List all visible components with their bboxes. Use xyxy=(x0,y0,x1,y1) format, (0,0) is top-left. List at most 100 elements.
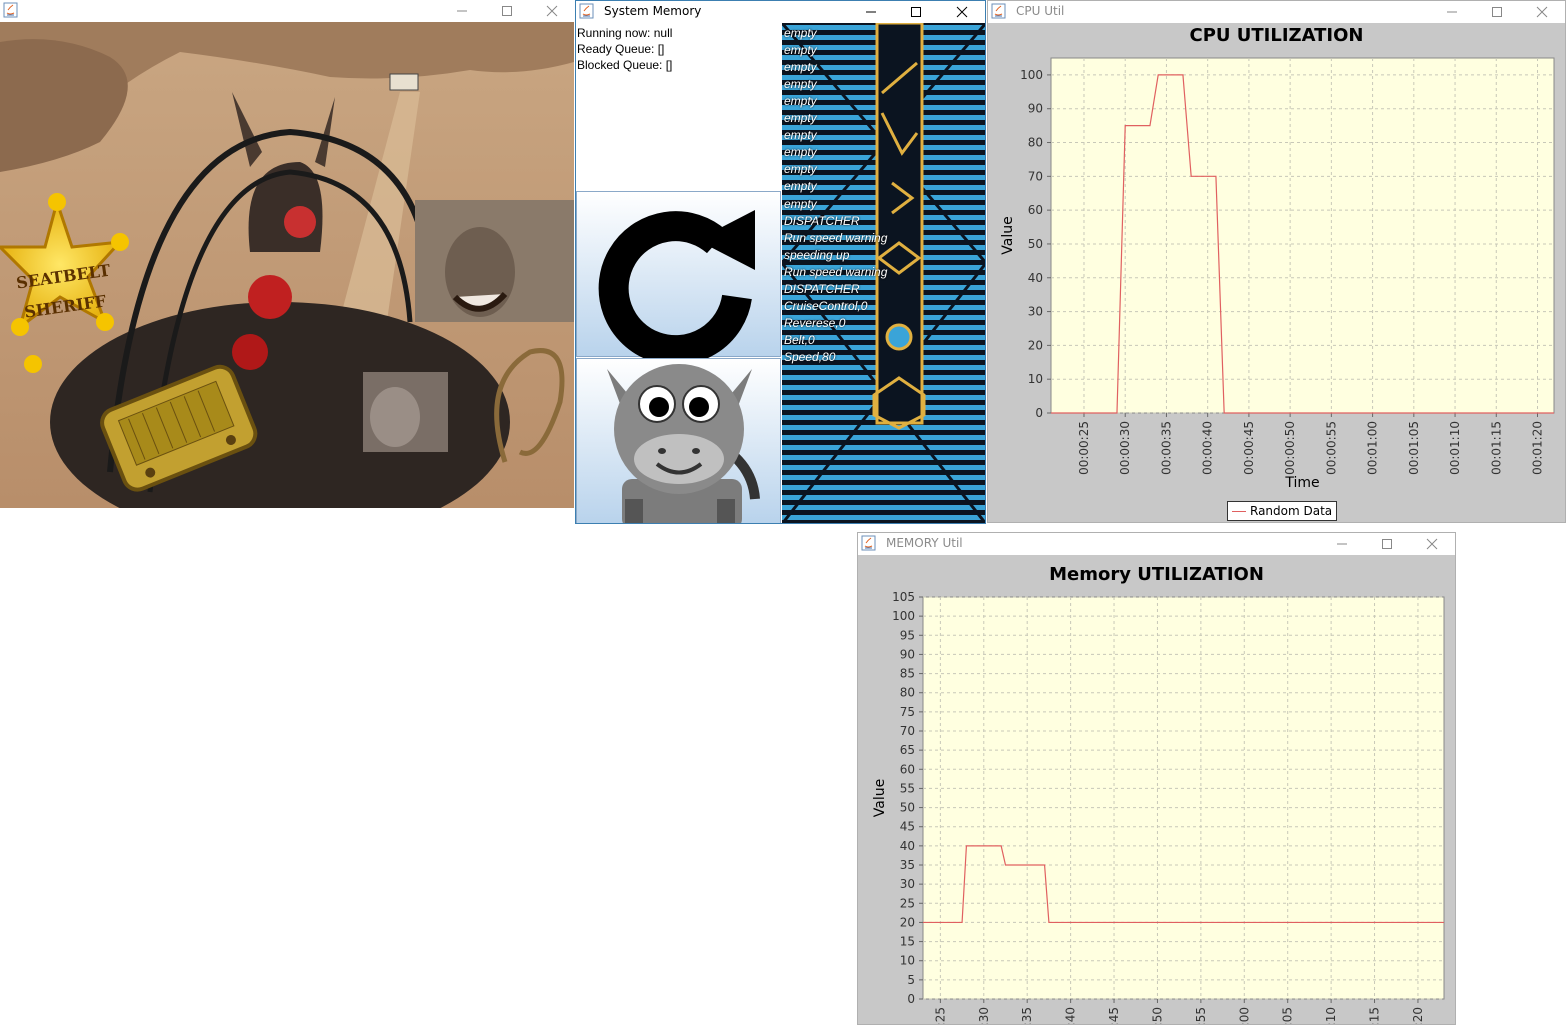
game-window-titlebar[interactable] xyxy=(0,0,574,22)
ready-queue-label: Ready Queue: [] xyxy=(577,42,665,56)
y-tick-label: 0 xyxy=(1035,406,1043,420)
donkey-button[interactable] xyxy=(576,358,781,523)
y-tick-label: 105 xyxy=(892,590,915,604)
legend-label: Random Data xyxy=(1250,504,1333,518)
y-tick-label: 50 xyxy=(1028,237,1043,251)
donkey-icon xyxy=(607,364,760,523)
x-tick-label: :15 xyxy=(1368,1007,1382,1025)
log-line: Run speed warning xyxy=(784,264,888,279)
minimize-button[interactable] xyxy=(849,1,893,23)
java-icon xyxy=(3,2,18,18)
y-tick-label: 15 xyxy=(900,935,915,949)
tassel xyxy=(248,275,292,319)
x-tick-label: :45 xyxy=(1107,1007,1121,1025)
y-tick-label: 45 xyxy=(900,820,915,834)
y-tick-label: 35 xyxy=(900,858,915,872)
system-memory-titlebar[interactable]: System Memory xyxy=(576,1,985,23)
x-tick-label: :35 xyxy=(1020,1007,1034,1025)
log-line: DISPATCHER xyxy=(784,213,860,228)
x-tick-label: 00:01:10 xyxy=(1448,421,1462,475)
reload-icon xyxy=(598,210,755,366)
log-line: empty xyxy=(784,26,817,40)
y-tick-label: 75 xyxy=(900,705,915,719)
process-log-panel[interactable]: empty empty empty empty empty empty empty empty… xyxy=(782,23,985,523)
y-tick-label: 40 xyxy=(1028,271,1043,285)
log-line: Belt,0 xyxy=(784,332,815,347)
y-tick-label: 60 xyxy=(1028,203,1043,217)
log-line: empty xyxy=(784,94,817,109)
maximize-icon xyxy=(911,7,921,17)
cpu-chart[interactable]: 0 10 20 30 40 50 60 70 80 90 100 00:00:25 00:00:30 00… xyxy=(988,1,1566,523)
y-tick-label: 100 xyxy=(1020,68,1043,82)
memory-util-window: MEMORY Util Memory UTILIZATION 0 5 10 15 20 2… xyxy=(857,532,1456,1025)
maximize-button[interactable] xyxy=(894,1,938,23)
x-tick-label: 00:00:35 xyxy=(1159,421,1173,475)
log-line: empty xyxy=(784,43,817,58)
chart-legend: Random Data xyxy=(1227,501,1338,521)
running-now-label: Running now: null xyxy=(577,26,673,40)
y-tick-label: 95 xyxy=(900,628,915,642)
minimize-icon xyxy=(457,10,467,12)
maximize-icon xyxy=(502,6,512,16)
log-line: Speed,80 xyxy=(784,349,836,364)
close-button[interactable] xyxy=(940,1,984,23)
x-tick-label: 00:01:00 xyxy=(1366,421,1380,475)
system-memory-window: System Memory Running now: null Ready Qu… xyxy=(575,0,986,524)
y-tick-label: 90 xyxy=(1028,102,1043,116)
x-tick-label: 00:00:50 xyxy=(1283,421,1297,475)
y-axis-label: Value xyxy=(1000,216,1016,254)
y-tick-label: 100 xyxy=(892,609,915,623)
memory-chart[interactable]: 0 5 10 15 20 25 30 35 40 45 50 55 60 65 70 75 80 85 90 95 10… xyxy=(858,533,1456,1025)
log-line: empty xyxy=(784,179,817,194)
maximize-button[interactable] xyxy=(485,0,529,22)
y-tick-label: 5 xyxy=(907,973,915,987)
log-line: empty xyxy=(784,60,817,75)
y-tick-label: 20 xyxy=(1028,338,1043,352)
log-line: empty xyxy=(784,162,817,177)
y-tick-label: 60 xyxy=(900,762,915,776)
y-tick-label: 0 xyxy=(907,992,915,1006)
y-tick-label: 40 xyxy=(900,839,915,853)
log-line: empty xyxy=(784,145,817,160)
close-icon xyxy=(546,5,558,17)
x-axis-label: Time xyxy=(1284,475,1319,491)
minimize-button[interactable] xyxy=(440,0,484,22)
log-line: CruiseControl,0 xyxy=(784,298,868,313)
y-tick-label: 80 xyxy=(900,686,915,700)
y-tick-label: 10 xyxy=(1028,372,1043,386)
y-tick-label: 80 xyxy=(1028,136,1043,150)
x-tick-label: 00:00:40 xyxy=(1201,421,1215,475)
x-tick-label: 00:01:05 xyxy=(1407,421,1421,475)
x-tick-label: 00:00:30 xyxy=(1118,421,1132,475)
game-scene[interactable]: SEATBELT SHERIFF xyxy=(0,22,574,508)
log-line: speeding up xyxy=(784,247,850,262)
close-button[interactable] xyxy=(530,0,574,22)
legend-swatch xyxy=(1232,510,1246,512)
y-tick-label: 10 xyxy=(900,954,915,968)
x-tick-label: :40 xyxy=(1064,1007,1078,1025)
x-tick-label: 00:01:15 xyxy=(1489,421,1503,475)
x-tick-label: :30 xyxy=(977,1007,991,1025)
log-line: empty xyxy=(784,128,817,143)
minimize-icon xyxy=(866,11,876,13)
x-tick-label: 00:01:20 xyxy=(1531,421,1545,475)
y-tick-label: 70 xyxy=(1028,169,1043,183)
log-line: empty xyxy=(784,111,817,126)
x-tick-label: 00:00:45 xyxy=(1242,421,1256,475)
blocked-queue-label: Blocked Queue: [] xyxy=(577,58,673,72)
x-tick-label: :10 xyxy=(1324,1007,1338,1025)
log-line: Run speed warning xyxy=(784,230,888,245)
x-tick-label: :55 xyxy=(1194,1007,1208,1025)
y-tick-label: 55 xyxy=(900,781,915,795)
y-tick-label: 30 xyxy=(1028,305,1043,319)
distant-vehicle xyxy=(389,73,419,91)
log-line: DISPATCHER xyxy=(784,281,860,296)
window-title: System Memory xyxy=(604,4,702,18)
small-donkey-face xyxy=(370,387,420,447)
y-tick-label: 65 xyxy=(900,743,915,757)
x-tick-label: :50 xyxy=(1150,1007,1164,1025)
tassel xyxy=(284,206,316,238)
reload-button[interactable] xyxy=(576,191,781,366)
y-tick-label: 50 xyxy=(900,801,915,815)
y-tick-label: 30 xyxy=(900,877,915,891)
